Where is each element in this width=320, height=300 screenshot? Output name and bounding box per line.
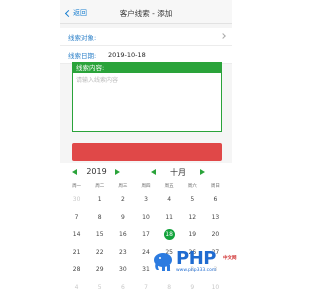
calendar-day[interactable]: 29 — [88, 261, 111, 279]
calendar-day[interactable]: 14 — [65, 226, 88, 244]
calendar-day[interactable]: 30 — [65, 191, 88, 209]
site-watermark: PHP 中文网 www.php333.com — [152, 248, 242, 278]
weekday-label: 周六 — [187, 184, 197, 189]
prev-year-icon[interactable] — [72, 169, 77, 175]
calendar-day[interactable]: 8 — [88, 209, 111, 227]
calendar-day[interactable]: 22 — [88, 244, 111, 262]
top-bar: 返回 客户线索 - 添加 — [60, 0, 232, 24]
calendar-year: 2019 — [86, 167, 107, 176]
submit-button[interactable] — [72, 143, 222, 161]
next-month-icon[interactable] — [200, 169, 205, 175]
calendar-day[interactable]: 16 — [111, 226, 134, 244]
weekday-header: 周一 周二 周三 周四 周五 周六 周日 — [60, 181, 232, 191]
watermark-brand: PHP — [176, 248, 216, 269]
content-label: 线索内容: — [73, 63, 221, 73]
calendar-day[interactable]: 17 — [134, 226, 157, 244]
weekday-label: 周二 — [95, 184, 105, 189]
date-value: 2019-10-18 — [108, 50, 146, 59]
calendar-day[interactable]: 12 — [181, 209, 204, 227]
calendar-day[interactable]: 9 — [181, 279, 204, 297]
date-picker: 2019 十月 周一 周二 周三 周四 周五 周六 周日 30 1 2 3 4 5 6 7 8 9 10 11 12… — [60, 163, 232, 300]
calendar-day[interactable]: 30 — [111, 261, 134, 279]
weekday-label: 周五 — [164, 184, 174, 189]
weekday-label: 周日 — [210, 184, 220, 189]
calendar-day[interactable]: 11 — [158, 209, 181, 227]
calendar-day[interactable]: 5 — [181, 191, 204, 209]
calendar-day[interactable]: 13 — [204, 209, 227, 227]
calendar-day[interactable]: 4 — [158, 191, 181, 209]
next-year-icon[interactable] — [115, 169, 120, 175]
calendar-day[interactable]: 23 — [111, 244, 134, 262]
page-title: 客户线索 - 添加 — [119, 9, 173, 18]
calendar-day[interactable]: 1 — [88, 191, 111, 209]
calendar-day[interactable]: 6 — [204, 191, 227, 209]
weekday-label: 周四 — [141, 184, 151, 189]
prev-month-icon[interactable] — [151, 169, 156, 175]
elephant-logo-icon — [154, 253, 172, 271]
selected-day-label: 18 — [163, 229, 175, 241]
chevron-right-icon — [220, 33, 226, 39]
calendar-day[interactable]: 7 — [134, 279, 157, 297]
calendar-day[interactable]: 7 — [65, 209, 88, 227]
content-textarea[interactable] — [73, 73, 221, 131]
weekday-label: 周三 — [118, 184, 128, 189]
calendar-day[interactable]: 28 — [65, 261, 88, 279]
calendar-day[interactable]: 2 — [111, 191, 134, 209]
target-label: 线索对象: — [68, 33, 97, 42]
calendar-day[interactable]: 5 — [88, 279, 111, 297]
calendar-day[interactable]: 10 — [134, 209, 157, 227]
watermark-suffix: 中文网 — [223, 256, 237, 261]
calendar-nav: 2019 十月 — [60, 163, 232, 181]
watermark-url: www.php333.com — [176, 268, 217, 273]
calendar-day[interactable]: 19 — [181, 226, 204, 244]
calendar-day[interactable]: 6 — [111, 279, 134, 297]
calendar-day[interactable]: 4 — [65, 279, 88, 297]
calendar-day[interactable]: 20 — [204, 226, 227, 244]
calendar-day[interactable]: 15 — [88, 226, 111, 244]
calendar-day[interactable]: 10 — [204, 279, 227, 297]
calendar-day[interactable]: 8 — [158, 279, 181, 297]
calendar-day-selected[interactable]: 18 — [158, 226, 181, 244]
weekday-label: 周一 — [72, 184, 82, 189]
calendar-month: 十月 — [170, 168, 186, 177]
target-row[interactable]: 线索对象: — [60, 28, 232, 46]
date-label: 线索日期: — [68, 51, 97, 60]
day-grid: 30 1 2 3 4 5 6 7 8 9 10 11 12 13 14 15 16 17 18 19 20 21 22 23 2… — [60, 191, 232, 296]
calendar-day[interactable]: 9 — [111, 209, 134, 227]
calendar-day[interactable]: 21 — [65, 244, 88, 262]
content-box: 线索内容: — [72, 62, 222, 132]
calendar-day[interactable]: 3 — [134, 191, 157, 209]
